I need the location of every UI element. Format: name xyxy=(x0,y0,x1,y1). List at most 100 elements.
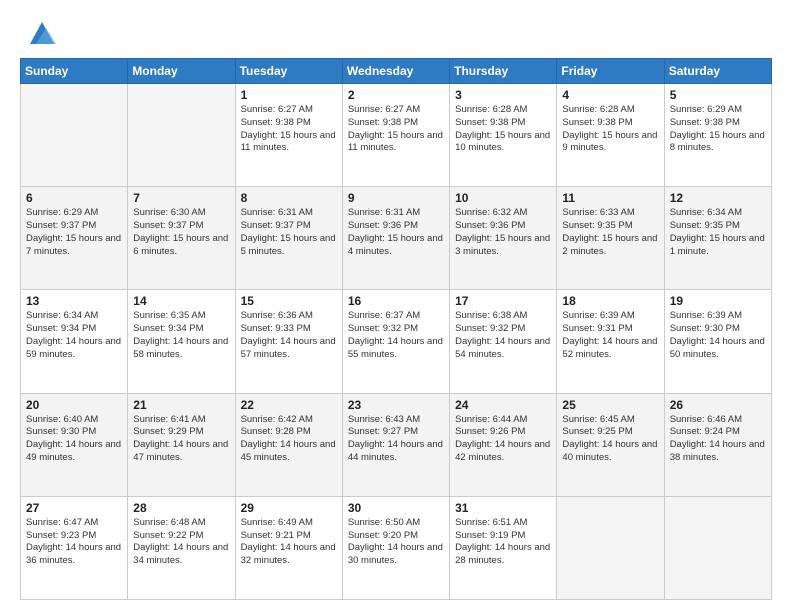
calendar-cell: 21 Sunrise: 6:41 AMSunset: 9:29 PMDayligh… xyxy=(128,393,235,496)
day-number: 13 xyxy=(26,294,122,308)
calendar-week-row: 1 Sunrise: 6:27 AMSunset: 9:38 PMDaylight… xyxy=(21,84,772,187)
day-number: 23 xyxy=(348,398,444,412)
day-info: Sunrise: 6:34 AMSunset: 9:34 PMDaylight:… xyxy=(26,310,122,361)
day-info: Sunrise: 6:28 AMSunset: 9:38 PMDaylight:… xyxy=(455,104,551,155)
day-info: Sunrise: 6:35 AMSunset: 9:34 PMDaylight:… xyxy=(133,310,229,361)
day-info: Sunrise: 6:43 AMSunset: 9:27 PMDaylight:… xyxy=(348,414,444,465)
day-number: 26 xyxy=(670,398,766,412)
calendar-cell: 17 Sunrise: 6:38 AMSunset: 9:32 PMDayligh… xyxy=(450,290,557,393)
calendar-cell: 25 Sunrise: 6:45 AMSunset: 9:25 PMDayligh… xyxy=(557,393,664,496)
calendar-cell: 28Sunrise: 6:48 AMSunset: 9:22 PMDayligh… xyxy=(128,496,235,599)
day-info: Sunrise: 6:27 AMSunset: 9:38 PMDaylight:… xyxy=(348,104,444,155)
day-number: 17 xyxy=(455,294,551,308)
day-info: Sunrise: 6:50 AMSunset: 9:20 PMDaylight:… xyxy=(348,517,444,568)
day-number: 22 xyxy=(241,398,337,412)
day-number: 25 xyxy=(562,398,658,412)
day-info: Sunrise: 6:29 AMSunset: 9:37 PMDaylight:… xyxy=(26,207,122,258)
day-number: 2 xyxy=(348,88,444,102)
day-number: 7 xyxy=(133,191,229,205)
calendar-cell xyxy=(664,496,771,599)
day-info: Sunrise: 6:47 AMSunset: 9:23 PMDaylight:… xyxy=(26,517,122,568)
calendar-cell: 15Sunrise: 6:36 AMSunset: 9:33 PMDayligh… xyxy=(235,290,342,393)
calendar-cell: 8 Sunrise: 6:31 AMSunset: 9:37 PMDaylight… xyxy=(235,187,342,290)
calendar-table: SundayMondayTuesdayWednesdayThursdayFrid… xyxy=(20,58,772,600)
day-number: 1 xyxy=(241,88,337,102)
day-number: 14 xyxy=(133,294,229,308)
calendar-cell xyxy=(21,84,128,187)
calendar-cell: 19 Sunrise: 6:39 AMSunset: 9:30 PMDayligh… xyxy=(664,290,771,393)
day-info: Sunrise: 6:37 AMSunset: 9:32 PMDaylight:… xyxy=(348,310,444,361)
calendar-cell: 6 Sunrise: 6:29 AMSunset: 9:37 PMDaylight… xyxy=(21,187,128,290)
day-number: 11 xyxy=(562,191,658,205)
day-info: Sunrise: 6:32 AMSunset: 9:36 PMDaylight:… xyxy=(455,207,551,258)
logo xyxy=(20,16,58,48)
day-info: Sunrise: 6:40 AMSunset: 9:30 PMDaylight:… xyxy=(26,414,122,465)
calendar-week-row: 6 Sunrise: 6:29 AMSunset: 9:37 PMDaylight… xyxy=(21,187,772,290)
day-info: Sunrise: 6:27 AMSunset: 9:38 PMDaylight:… xyxy=(241,104,337,155)
day-info: Sunrise: 6:28 AMSunset: 9:38 PMDaylight:… xyxy=(562,104,658,155)
calendar-cell: 2 Sunrise: 6:27 AMSunset: 9:38 PMDaylight… xyxy=(342,84,449,187)
day-number: 18 xyxy=(562,294,658,308)
calendar-cell xyxy=(128,84,235,187)
weekday-header-tuesday: Tuesday xyxy=(235,59,342,84)
calendar-cell: 14 Sunrise: 6:35 AMSunset: 9:34 PMDayligh… xyxy=(128,290,235,393)
day-info: Sunrise: 6:31 AMSunset: 9:37 PMDaylight:… xyxy=(241,207,337,258)
calendar-cell: 12 Sunrise: 6:34 AMSunset: 9:35 PMDayligh… xyxy=(664,187,771,290)
weekday-header-friday: Friday xyxy=(557,59,664,84)
day-number: 27 xyxy=(26,501,122,515)
day-number: 21 xyxy=(133,398,229,412)
day-number: 4 xyxy=(562,88,658,102)
calendar-cell: 9 Sunrise: 6:31 AMSunset: 9:36 PMDaylight… xyxy=(342,187,449,290)
day-info: Sunrise: 6:41 AMSunset: 9:29 PMDaylight:… xyxy=(133,414,229,465)
day-number: 31 xyxy=(455,501,551,515)
day-number: 3 xyxy=(455,88,551,102)
day-info: Sunrise: 6:42 AMSunset: 9:28 PMDaylight:… xyxy=(241,414,337,465)
calendar-cell: 5Sunrise: 6:29 AMSunset: 9:38 PMDaylight… xyxy=(664,84,771,187)
calendar-cell: 22 Sunrise: 6:42 AMSunset: 9:28 PMDayligh… xyxy=(235,393,342,496)
day-info: Sunrise: 6:38 AMSunset: 9:32 PMDaylight:… xyxy=(455,310,551,361)
calendar-cell: 30 Sunrise: 6:50 AMSunset: 9:20 PMDayligh… xyxy=(342,496,449,599)
calendar-cell: 26Sunrise: 6:46 AMSunset: 9:24 PMDayligh… xyxy=(664,393,771,496)
day-info: Sunrise: 6:31 AMSunset: 9:36 PMDaylight:… xyxy=(348,207,444,258)
weekday-header-wednesday: Wednesday xyxy=(342,59,449,84)
calendar-cell: 4 Sunrise: 6:28 AMSunset: 9:38 PMDaylight… xyxy=(557,84,664,187)
day-info: Sunrise: 6:39 AMSunset: 9:30 PMDaylight:… xyxy=(670,310,766,361)
day-info: Sunrise: 6:34 AMSunset: 9:35 PMDaylight:… xyxy=(670,207,766,258)
day-number: 9 xyxy=(348,191,444,205)
day-number: 10 xyxy=(455,191,551,205)
day-info: Sunrise: 6:39 AMSunset: 9:31 PMDaylight:… xyxy=(562,310,658,361)
calendar-cell: 27 Sunrise: 6:47 AMSunset: 9:23 PMDayligh… xyxy=(21,496,128,599)
day-number: 19 xyxy=(670,294,766,308)
day-number: 5 xyxy=(670,88,766,102)
day-number: 29 xyxy=(241,501,337,515)
calendar-cell: 29 Sunrise: 6:49 AMSunset: 9:21 PMDayligh… xyxy=(235,496,342,599)
day-number: 30 xyxy=(348,501,444,515)
calendar-cell: 3 Sunrise: 6:28 AMSunset: 9:38 PMDaylight… xyxy=(450,84,557,187)
calendar-cell: 23 Sunrise: 6:43 AMSunset: 9:27 PMDayligh… xyxy=(342,393,449,496)
day-number: 24 xyxy=(455,398,551,412)
calendar-cell: 7 Sunrise: 6:30 AMSunset: 9:37 PMDaylight… xyxy=(128,187,235,290)
day-info: Sunrise: 6:30 AMSunset: 9:37 PMDaylight:… xyxy=(133,207,229,258)
calendar-cell: 11 Sunrise: 6:33 AMSunset: 9:35 PMDayligh… xyxy=(557,187,664,290)
weekday-header-sunday: Sunday xyxy=(21,59,128,84)
day-info: Sunrise: 6:49 AMSunset: 9:21 PMDaylight:… xyxy=(241,517,337,568)
day-number: 28 xyxy=(133,501,229,515)
day-info: Sunrise: 6:44 AMSunset: 9:26 PMDaylight:… xyxy=(455,414,551,465)
day-number: 6 xyxy=(26,191,122,205)
calendar-cell: 24 Sunrise: 6:44 AMSunset: 9:26 PMDayligh… xyxy=(450,393,557,496)
calendar-cell: 20 Sunrise: 6:40 AMSunset: 9:30 PMDayligh… xyxy=(21,393,128,496)
calendar-cell: 1 Sunrise: 6:27 AMSunset: 9:38 PMDaylight… xyxy=(235,84,342,187)
day-info: Sunrise: 6:51 AMSunset: 9:19 PMDaylight:… xyxy=(455,517,551,568)
calendar-cell: 16Sunrise: 6:37 AMSunset: 9:32 PMDayligh… xyxy=(342,290,449,393)
day-number: 20 xyxy=(26,398,122,412)
day-info: Sunrise: 6:33 AMSunset: 9:35 PMDaylight:… xyxy=(562,207,658,258)
day-info: Sunrise: 6:45 AMSunset: 9:25 PMDaylight:… xyxy=(562,414,658,465)
calendar-week-row: 20 Sunrise: 6:40 AMSunset: 9:30 PMDayligh… xyxy=(21,393,772,496)
header xyxy=(20,16,772,48)
weekday-header-saturday: Saturday xyxy=(664,59,771,84)
day-number: 8 xyxy=(241,191,337,205)
day-number: 12 xyxy=(670,191,766,205)
logo-icon xyxy=(26,16,58,48)
calendar-cell: 10 Sunrise: 6:32 AMSunset: 9:36 PMDayligh… xyxy=(450,187,557,290)
calendar-week-row: 27 Sunrise: 6:47 AMSunset: 9:23 PMDayligh… xyxy=(21,496,772,599)
